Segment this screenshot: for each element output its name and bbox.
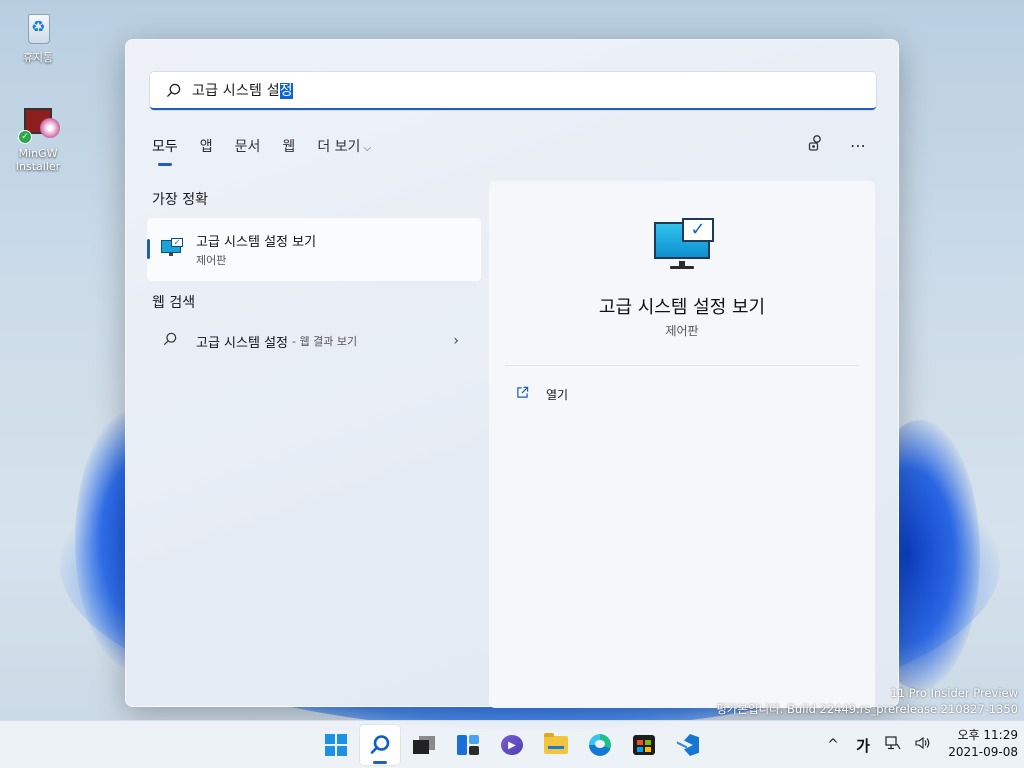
search-panel: 고급 시스템 설정 모두 앱 문서 웹 더 보기 ⌵ ⋯ 가장 정확 ✓ 고급 시… [125,39,899,708]
web-search-heading: 웹 검색 [152,295,196,311]
search-query-text: 고급 시스템 설 [192,83,280,99]
watermark-edition: 11 Pro Insider Preview [890,686,1018,700]
search-tools: ⋯ [806,134,868,156]
result-detail-pane: ✓ 고급 시스템 설정 보기 제어판 열기 [489,181,875,708]
account-switch-icon[interactable] [806,134,826,156]
tab-documents[interactable]: 문서 [235,136,261,166]
desktop-icon-recycle-bin[interactable]: ♻ 휴지통 [8,8,68,64]
system-tray: ^ 가 [822,725,934,765]
tab-all[interactable]: 모두 [152,136,178,166]
best-match-heading: 가장 정확 [152,192,208,208]
selection-indicator [147,239,150,259]
open-action[interactable]: 열기 [516,386,568,403]
divider [505,365,859,366]
file-explorer-button[interactable] [536,725,576,765]
vscode-icon [677,734,699,756]
task-view-button[interactable] [404,725,444,765]
chat-button[interactable]: ▶ [492,725,532,765]
widgets-icon [457,735,479,755]
search-button[interactable] [360,725,400,765]
store-icon [633,735,655,755]
tab-more-label: 더 보기 [317,139,361,155]
filter-tabs: 모두 앱 문서 웹 더 보기 ⌵ [152,136,393,166]
edge-button[interactable] [580,725,620,765]
best-match-title: 고급 시스템 설정 보기 [196,235,317,250]
widgets-button[interactable] [448,725,488,765]
clock[interactable]: 오후 11:29 2021-09-08 [948,727,1018,761]
chevron-down-icon: ⌵ [363,143,371,154]
more-options-icon[interactable]: ⋯ [848,136,868,155]
clock-date: 2021-09-08 [948,745,1018,759]
desktop-icon-label: MinGW Installer [15,147,61,173]
detail-subtitle: 제어판 [665,324,699,338]
mingw-installer-icon: ✓ [18,104,60,144]
tab-apps[interactable]: 앱 [200,136,213,166]
detail-title: 고급 시스템 설정 보기 [598,297,766,318]
search-input[interactable]: 고급 시스템 설정 [150,72,876,110]
clock-time: 오후 11:29 [957,728,1018,742]
best-match-subtitle: 제어판 [196,254,227,267]
taskbar-apps: ▶ [316,725,708,765]
search-icon [370,735,390,754]
search-query-selection: 정 [279,83,293,99]
system-settings-icon: ✓ [654,218,716,270]
chat-icon: ▶ [501,735,523,755]
desktop-icon-mingw[interactable]: ✓ MinGW Installer [8,104,68,173]
edge-icon [589,734,611,756]
show-hidden-icons-button[interactable]: ^ [822,737,844,753]
web-search-suffix: - 웹 결과 보기 [292,335,358,348]
vscode-button[interactable] [668,725,708,765]
recycle-bin-icon: ♻ [18,8,58,48]
taskbar: ▶ ^ 가 오후 11:29 2021-09-08 [0,720,1024,768]
open-action-label: 열기 [546,388,569,402]
task-view-icon [413,736,435,754]
best-match-result[interactable]: ✓ 고급 시스템 설정 보기 제어판 [147,218,481,281]
search-icon [163,332,183,350]
store-button[interactable] [624,725,664,765]
open-external-icon [516,386,532,403]
search-query: 고급 시스템 설정 [192,80,293,100]
search-icon [164,81,182,99]
network-icon[interactable] [882,736,904,754]
desktop-icon-label: 휴지통 [22,51,54,64]
file-explorer-icon [544,733,568,754]
web-search-result[interactable]: 고급 시스템 설정 - 웹 결과 보기 › [147,325,481,357]
web-search-query: 고급 시스템 설정 [196,335,288,351]
tab-web[interactable]: 웹 [282,136,295,166]
system-settings-icon: ✓ [161,238,185,256]
start-icon [325,734,347,756]
ime-indicator[interactable]: 가 [852,735,874,756]
chevron-up-icon: ^ [827,737,839,753]
volume-icon[interactable] [912,736,934,754]
tab-more[interactable]: 더 보기 ⌵ [317,136,371,166]
watermark-build: 평가본입니다. Build 22449.rs_prerelease.210827… [716,702,1018,716]
chevron-right-icon: › [453,333,459,349]
start-button[interactable] [316,725,356,765]
